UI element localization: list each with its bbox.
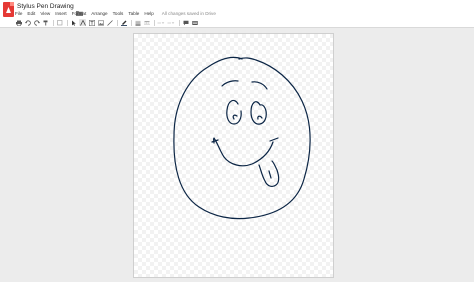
line-dash-icon[interactable] <box>143 19 150 26</box>
left-pupil-stroke <box>232 114 238 120</box>
canvas-workspace <box>0 29 474 282</box>
shape-icon[interactable] <box>79 19 86 26</box>
toolbar <box>0 18 474 28</box>
head-outline-stroke <box>173 56 311 220</box>
print-icon[interactable] <box>15 19 22 26</box>
toolbar-divider <box>179 19 180 26</box>
comment-icon[interactable] <box>182 19 189 26</box>
line-start-icon[interactable] <box>157 19 165 26</box>
menu-format[interactable]: Format <box>72 10 87 18</box>
menu-insert[interactable]: Insert <box>55 10 67 18</box>
menu-bar: File Edit View Insert Format Arrange Too… <box>15 10 216 18</box>
menu-help[interactable]: Help <box>144 10 153 18</box>
select-icon[interactable] <box>70 19 77 26</box>
right-pupil-stroke <box>257 115 263 120</box>
tongue-line-stroke <box>268 170 272 179</box>
toolbar-divider <box>131 19 132 26</box>
line-color-icon[interactable] <box>120 19 127 26</box>
right-eyebrow-stroke <box>251 81 268 90</box>
mouth-corner-right-stroke <box>269 137 279 142</box>
line-weight-icon[interactable] <box>134 19 141 26</box>
folder-icon[interactable] <box>76 3 83 16</box>
menu-table[interactable]: Table <box>128 10 139 18</box>
text-box-icon[interactable] <box>88 19 95 26</box>
toolbar-divider <box>117 19 118 26</box>
paint-format-icon[interactable] <box>42 19 49 26</box>
smiley-face-drawing[interactable] <box>134 34 335 279</box>
redo-icon[interactable] <box>33 19 40 26</box>
menu-view[interactable]: View <box>40 10 50 18</box>
menu-arrange[interactable]: Arrange <box>91 10 107 18</box>
save-status[interactable]: All changes saved in Drive <box>162 10 216 18</box>
drawing-canvas[interactable] <box>133 33 334 278</box>
drawing-app: Stylus Pen Drawing File Edit View Insert… <box>0 0 474 282</box>
toolbar-divider <box>53 19 54 26</box>
menu-tools[interactable]: Tools <box>113 10 124 18</box>
menu-edit[interactable]: Edit <box>27 10 35 18</box>
toolbar-divider <box>67 19 68 26</box>
tongue-stroke <box>258 160 280 187</box>
line-end-icon[interactable] <box>167 19 175 26</box>
zoom-icon[interactable] <box>56 19 63 26</box>
line-icon[interactable] <box>106 19 113 26</box>
more-icon[interactable] <box>191 19 198 26</box>
menu-file[interactable]: File <box>15 10 22 18</box>
left-eye-stroke <box>226 99 242 125</box>
undo-icon[interactable] <box>24 19 31 26</box>
toolbar-divider <box>154 19 155 26</box>
drawings-logo-icon[interactable] <box>3 2 14 17</box>
mouth-stroke <box>212 137 274 167</box>
image-icon[interactable] <box>97 19 104 26</box>
right-eye-stroke <box>250 101 267 125</box>
left-eyebrow-stroke <box>221 80 239 87</box>
